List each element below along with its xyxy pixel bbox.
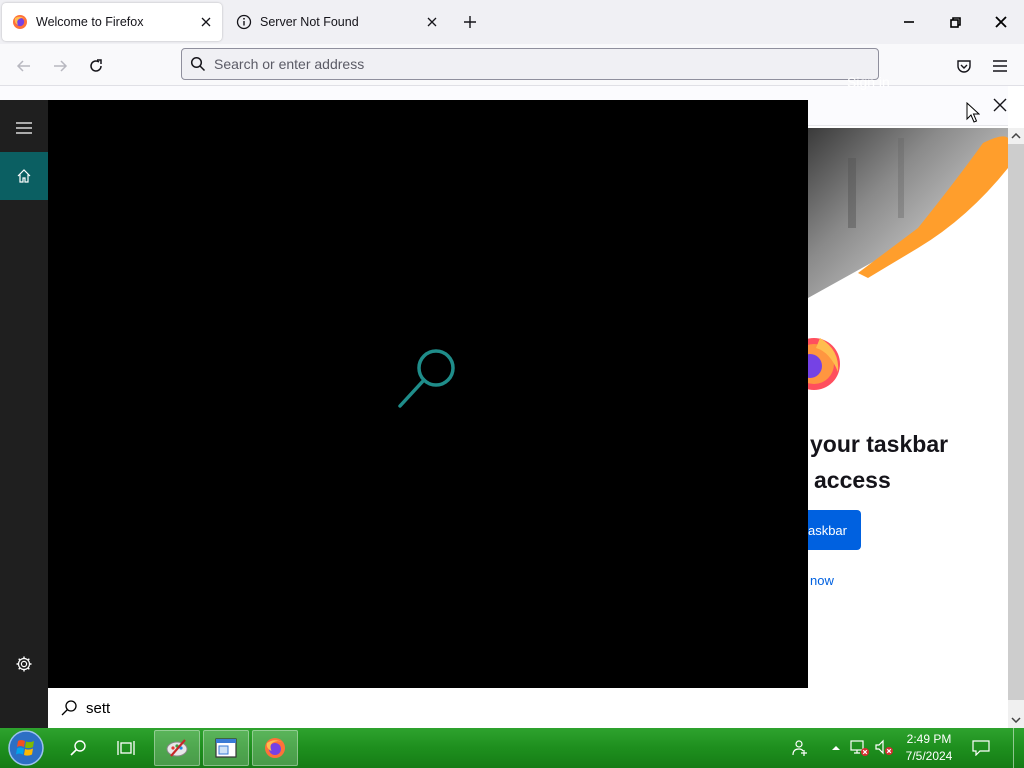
tab-label: Welcome to Firefox xyxy=(36,15,144,29)
plus-icon xyxy=(464,16,476,28)
close-tab-icon[interactable] xyxy=(198,14,214,30)
arrow-right-icon xyxy=(54,60,68,72)
close-window-button[interactable] xyxy=(978,0,1024,44)
pocket-button[interactable] xyxy=(950,52,978,80)
clock-time: 2:49 PM xyxy=(906,732,952,746)
close-icon xyxy=(993,98,1007,112)
start-button[interactable] xyxy=(6,730,46,766)
search-input[interactable] xyxy=(86,699,686,717)
arrow-left-icon xyxy=(16,60,30,72)
hero-image xyxy=(808,128,1008,308)
window-app-icon xyxy=(215,738,237,758)
clock-date: 7/5/2024 xyxy=(905,749,953,763)
tab-welcome-to-firefox[interactable]: Welcome to Firefox xyxy=(2,3,222,41)
notification-icon xyxy=(972,740,990,756)
reload-button[interactable] xyxy=(82,52,110,80)
people-button[interactable] xyxy=(788,736,812,760)
search-icon xyxy=(61,700,77,716)
close-page-button[interactable] xyxy=(990,95,1010,115)
search-results-area xyxy=(48,100,808,688)
scroll-up-button[interactable] xyxy=(1008,128,1024,144)
mouse-cursor-icon xyxy=(966,102,980,123)
task-view-icon xyxy=(117,741,135,755)
search-side-rail xyxy=(0,100,48,728)
network-disconnected-icon xyxy=(850,740,869,756)
close-tab-icon[interactable] xyxy=(424,14,440,30)
chevron-up-icon xyxy=(1011,133,1021,139)
chevron-up-icon xyxy=(832,746,840,750)
volume-button[interactable] xyxy=(872,736,896,760)
hero-graphic xyxy=(808,136,1008,308)
scrollbar-thumb[interactable] xyxy=(1008,144,1024,700)
paint-icon xyxy=(166,739,188,757)
sign-in-link[interactable]: Sign in xyxy=(847,74,890,90)
forward-button[interactable] xyxy=(46,52,74,80)
volume-muted-icon xyxy=(875,739,893,755)
firefox-icon xyxy=(265,738,285,758)
chevron-down-icon xyxy=(1011,717,1021,723)
hamburger-icon xyxy=(16,122,32,134)
hamburger-icon xyxy=(993,60,1007,72)
home-icon xyxy=(17,169,31,183)
pocket-icon xyxy=(957,60,971,73)
heading-line-1: your taskbar xyxy=(810,431,949,457)
taskbar-paint-app[interactable] xyxy=(154,730,200,766)
action-center-button[interactable] xyxy=(968,736,994,760)
taskbar-window-app[interactable] xyxy=(203,730,249,766)
search-menu-button[interactable] xyxy=(0,108,48,148)
search-home-button[interactable] xyxy=(0,152,48,200)
task-view-button[interactable] xyxy=(110,730,142,766)
tab-label: Server Not Found xyxy=(260,15,359,29)
tab-server-not-found[interactable]: Server Not Found xyxy=(226,3,448,41)
show-desktop-button[interactable] xyxy=(1013,728,1024,768)
restore-icon xyxy=(949,16,961,28)
close-icon xyxy=(995,16,1007,28)
search-icon xyxy=(70,740,86,756)
minimize-icon xyxy=(904,21,914,23)
restore-button[interactable] xyxy=(932,0,978,44)
network-button[interactable] xyxy=(848,736,872,760)
taskbar: 2:49 PM 7/5/2024 xyxy=(0,728,1024,768)
info-icon xyxy=(236,14,252,30)
app-menu-button[interactable] xyxy=(986,52,1014,80)
back-button[interactable] xyxy=(10,52,38,80)
taskbar-firefox-app[interactable] xyxy=(252,730,298,766)
scroll-down-button[interactable] xyxy=(1008,712,1024,728)
gear-icon xyxy=(16,656,32,672)
show-hidden-icons-button[interactable] xyxy=(824,736,848,760)
pin-taskbar-heading: your taskbar access xyxy=(810,426,1008,498)
url-bar[interactable] xyxy=(181,48,879,80)
tab-strip: Welcome to Firefox Server Not Found xyxy=(0,0,1024,44)
search-settings-button[interactable] xyxy=(0,644,48,684)
people-icon xyxy=(792,740,807,756)
search-icon xyxy=(190,56,206,72)
minimize-button[interactable] xyxy=(886,0,932,44)
reload-icon xyxy=(90,59,102,72)
heading-line-2: access xyxy=(814,467,891,493)
windows-logo-icon xyxy=(8,730,44,766)
not-now-link[interactable]: now xyxy=(810,573,834,588)
address-input[interactable] xyxy=(214,56,878,72)
search-loading-icon xyxy=(398,349,455,408)
clock[interactable]: 2:49 PM 7/5/2024 xyxy=(900,731,958,765)
new-tab-button[interactable] xyxy=(458,10,482,34)
search-box[interactable] xyxy=(48,688,808,728)
taskbar-search-button[interactable] xyxy=(62,730,94,766)
firefox-icon xyxy=(13,15,27,29)
